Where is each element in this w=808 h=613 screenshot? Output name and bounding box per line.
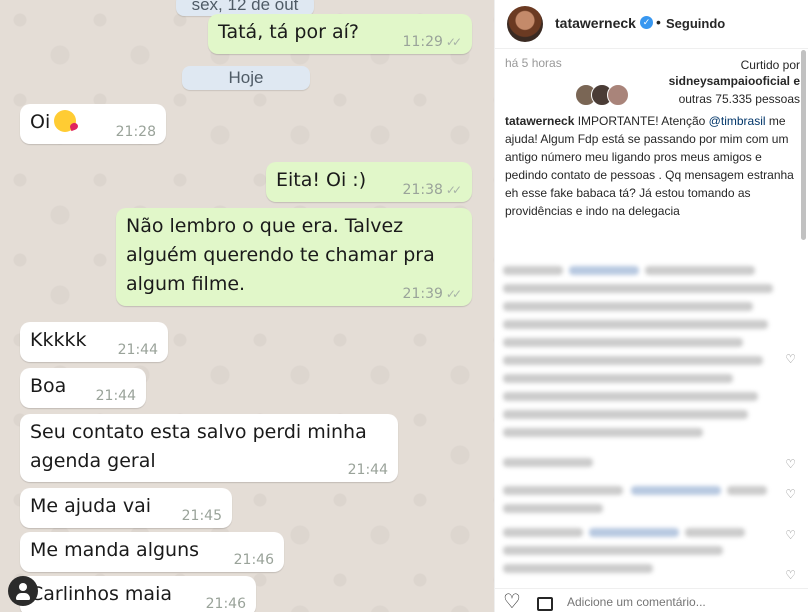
profile-user-icon[interactable] [8, 576, 38, 606]
caption-text: IMPORTANTE! Atenção [577, 114, 706, 128]
post-caption: tatawerneck IMPORTANTE! Atenção @timbras… [505, 112, 795, 220]
chat-message: Me ajuda vai 21:45 [20, 488, 232, 528]
comment-like-heart-icon[interactable]: ♡ [785, 487, 796, 501]
message-meta: 21:28 [115, 124, 156, 140]
read-receipt-icon: ✓✓ [445, 183, 462, 197]
read-receipt-icon: ✓✓ [445, 287, 462, 301]
comment-like-heart-icon[interactable]: ♡ [785, 352, 796, 366]
message-text: Seu contato esta salvo perdi minha agend… [30, 421, 367, 472]
chat-message: Boa 21:44 [20, 368, 146, 408]
chat-message: Me manda alguns 21:46 [20, 532, 284, 572]
post-username[interactable]: tatawerneck [555, 15, 636, 31]
post-age: há 5 horas [505, 56, 562, 70]
post-side-panel: tatawerneck ✓ • Seguindo há 5 horas Curt… [494, 0, 808, 613]
avatar [607, 84, 629, 106]
chat-message: Oi 21:28 [20, 104, 166, 144]
following-button[interactable]: Seguindo [666, 16, 725, 31]
message-meta: 21:39 ✓✓ [402, 286, 463, 302]
comment-input[interactable] [567, 595, 767, 609]
post-actions-bar: ♡ [495, 588, 808, 613]
caption-text: me ajuda! Algum Fdp está se passando por… [505, 114, 794, 218]
kissing-face-emoji-icon [54, 110, 77, 132]
message-meta: 21:46 [233, 552, 274, 568]
like-heart-icon[interactable]: ♡ [503, 591, 521, 613]
date-label-today: Hoje [182, 66, 310, 90]
scrollbar[interactable] [801, 50, 806, 240]
message-meta: 21:44 [347, 462, 388, 478]
liked-by-label: Curtido por [740, 58, 800, 72]
chat-message: Seu contato esta salvo perdi minha agend… [20, 414, 398, 482]
message-meta: 21:44 [117, 342, 158, 358]
message-meta: 21:44 [95, 388, 136, 404]
post-header: tatawerneck ✓ • Seguindo [495, 0, 808, 49]
blurred-comments [503, 252, 799, 582]
chat-message: Carlinhos maia 21:46 [20, 576, 256, 612]
comment-like-heart-icon[interactable]: ♡ [785, 568, 796, 582]
liked-avatars [575, 84, 635, 106]
comment-icon[interactable] [537, 597, 553, 611]
caption-username[interactable]: tatawerneck [505, 114, 574, 128]
chat-message: Tatá, tá por aí? 11:29 ✓✓ [208, 14, 472, 54]
chat-message: Não lembro o que era. Talvez alguém quer… [116, 208, 472, 306]
liked-by-others-link[interactable]: outras 75.335 pessoas [679, 92, 800, 106]
separator-dot: • [656, 14, 661, 30]
message-meta: 21:46 [205, 596, 246, 612]
comment-like-heart-icon[interactable]: ♡ [785, 457, 796, 471]
caption-mention-link[interactable]: @timbrasil [709, 114, 766, 128]
liked-by-user-link[interactable]: sidneysampaiooficial e [669, 74, 800, 88]
message-meta: 21:45 [181, 508, 222, 524]
chat-screenshot: sex, 12 de out Tatá, tá por aí? 11:29 ✓✓ … [0, 0, 494, 612]
verified-badge-icon: ✓ [640, 16, 653, 29]
message-meta: 11:29 ✓✓ [402, 34, 463, 50]
avatar[interactable] [507, 6, 543, 42]
message-meta: 21:38 ✓✓ [402, 182, 463, 198]
chat-message: Kkkkk 21:44 [20, 322, 168, 362]
comment-like-heart-icon[interactable]: ♡ [785, 528, 796, 542]
chat-message: Eita! Oi :) 21:38 ✓✓ [266, 162, 472, 202]
read-receipt-icon: ✓✓ [445, 35, 462, 49]
